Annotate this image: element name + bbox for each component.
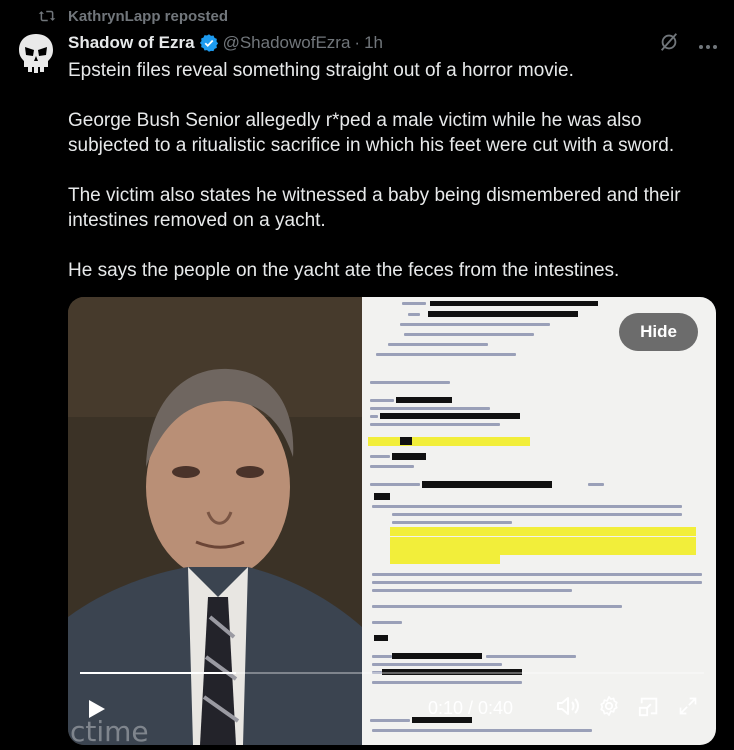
tweet-paragraph: George Bush Senior allegedly r*ped a mal… [68, 110, 675, 156]
video-frame-portrait [68, 297, 362, 745]
tweet-paragraph: He says the people on the yacht ate the … [68, 260, 620, 281]
document-image [362, 297, 716, 745]
video-timecode: 0:10 / 0:40 [428, 698, 514, 718]
volume-icon[interactable] [556, 695, 580, 722]
tweet-text: Epstein files reveal something straight … [68, 58, 718, 308]
tweet-paragraph: Epstein files reveal something straight … [68, 60, 574, 81]
header-separator: · [354, 33, 361, 52]
verified-badge-icon [199, 33, 219, 53]
video-player[interactable]: Hide 0:10 / 0:40 ctime [68, 297, 716, 745]
repost-icon [36, 8, 58, 24]
author-name[interactable]: Shadow of Ezra [68, 33, 195, 53]
video-controls: 0:10 / 0:40 [68, 691, 716, 725]
more-options-icon[interactable] [698, 35, 718, 55]
repost-label: KathrynLapp reposted [68, 7, 229, 25]
repost-line[interactable]: KathrynLapp reposted [36, 5, 228, 27]
fullscreen-icon[interactable] [678, 696, 698, 721]
skull-avatar-icon [19, 34, 53, 73]
tweet-paragraph: The victim also states he witnessed a ba… [68, 185, 681, 231]
video-watermark: ctime [70, 715, 149, 745]
tweet-header: Shadow of Ezra @ShadowofEzra · 1h [68, 31, 718, 55]
video-progress-bar[interactable] [80, 672, 704, 674]
grok-icon[interactable] [658, 31, 680, 58]
video-progress-fill [80, 672, 236, 674]
post-time[interactable]: 1h [364, 33, 383, 53]
author-handle[interactable]: @ShadowofEzra [223, 33, 351, 53]
hide-button[interactable]: Hide [619, 313, 698, 351]
picture-in-picture-icon[interactable] [638, 695, 660, 722]
avatar[interactable] [16, 32, 56, 76]
settings-gear-icon[interactable] [598, 695, 620, 722]
